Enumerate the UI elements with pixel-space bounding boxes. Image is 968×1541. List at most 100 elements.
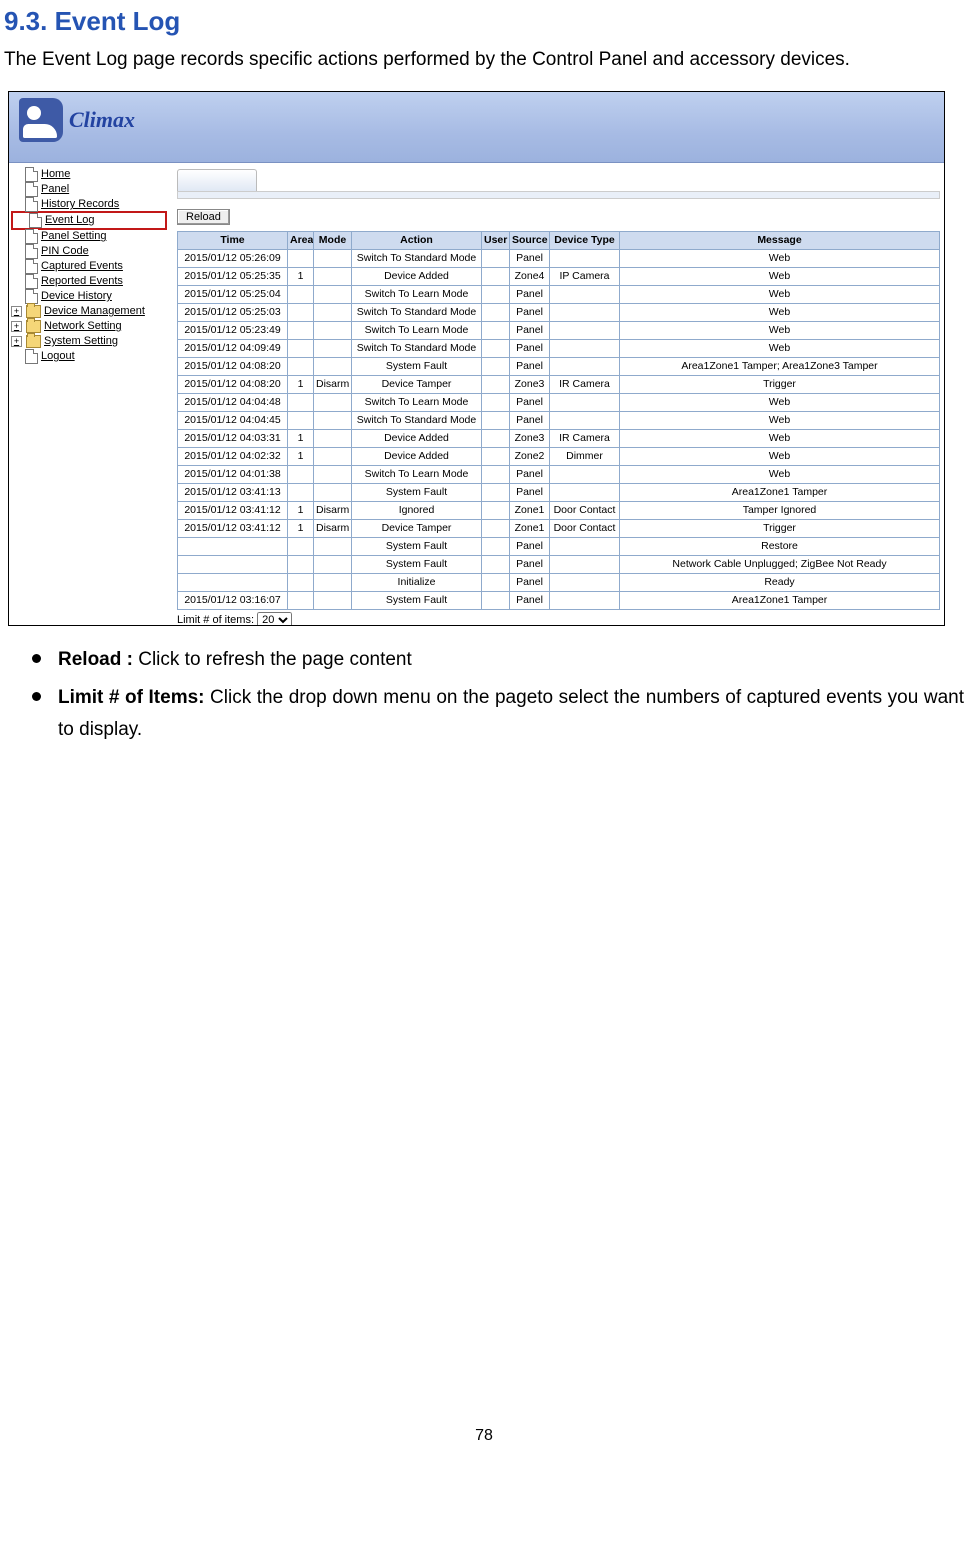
nav-item-label: Captured Events	[41, 260, 123, 272]
nav-item-captured-events[interactable]: Captured Events	[11, 259, 167, 274]
table-row: InitializePanelReady	[178, 573, 940, 591]
table-cell: Zone3	[510, 375, 550, 393]
document-icon	[25, 289, 38, 304]
table-cell	[482, 267, 510, 285]
table-cell: Web	[620, 321, 940, 339]
table-cell: Disarm	[314, 501, 352, 519]
expand-icon[interactable]: +	[11, 336, 22, 347]
table-cell: Zone4	[510, 267, 550, 285]
table-cell	[482, 555, 510, 573]
table-cell	[550, 339, 620, 357]
nav-item-network-setting[interactable]: + Network Setting	[11, 319, 167, 334]
nav-item-system-setting[interactable]: + System Setting	[11, 334, 167, 349]
table-cell: Web	[620, 429, 940, 447]
document-icon	[29, 213, 42, 228]
bullet-term: Limit # of Items:	[58, 687, 205, 708]
table-cell: Panel	[510, 591, 550, 609]
table-cell: Door Contact	[550, 519, 620, 537]
table-cell	[288, 357, 314, 375]
table-header: User	[482, 231, 510, 249]
nav-item-label: Network Setting	[44, 320, 122, 332]
nav-item-history-records[interactable]: History Records	[11, 197, 167, 212]
document-icon	[25, 197, 38, 212]
table-row: 2015/01/12 03:41:121DisarmIgnoredZone1Do…	[178, 501, 940, 519]
table-cell: 2015/01/12 04:02:32	[178, 447, 288, 465]
table-cell	[288, 285, 314, 303]
table-header: Source	[510, 231, 550, 249]
table-cell: Panel	[510, 411, 550, 429]
table-cell: Network Cable Unplugged; ZigBee Not Read…	[620, 555, 940, 573]
document-icon	[25, 182, 38, 197]
table-cell: 2015/01/12 04:08:20	[178, 375, 288, 393]
nav-item-logout[interactable]: Logout	[11, 349, 167, 364]
table-cell	[314, 411, 352, 429]
table-cell: 1	[288, 375, 314, 393]
nav-item-event-log[interactable]: Event Log	[11, 211, 167, 230]
table-cell	[550, 573, 620, 591]
table-cell	[314, 303, 352, 321]
table-cell: Switch To Learn Mode	[352, 285, 482, 303]
table-cell: Restore	[620, 537, 940, 555]
table-cell	[288, 573, 314, 591]
nav-item-device-management[interactable]: +Device Management	[11, 304, 167, 319]
table-row: 2015/01/12 04:08:20 System Fault Panel Area…	[178, 357, 940, 375]
table-cell: Panel	[510, 537, 550, 555]
nav-item-label: System Setting	[44, 335, 118, 347]
content-area: Reload TimeAreaModeActionUserSourceDevic…	[169, 163, 944, 626]
table-cell	[482, 393, 510, 411]
table-cell	[288, 393, 314, 411]
nav-item-device-history[interactable]: Device History	[11, 289, 167, 304]
nav-item-home[interactable]: Home	[11, 167, 167, 182]
nav-item-panel[interactable]: Panel	[11, 182, 167, 197]
nav-item-reported-events[interactable]: Reported Events	[11, 274, 167, 289]
table-cell: Panel	[510, 465, 550, 483]
table-row: 2015/01/12 05:26:09Switch To Standard Mo…	[178, 249, 940, 267]
table-cell	[482, 411, 510, 429]
table-row: 2015/01/12 03:41:13System FaultPanelArea…	[178, 483, 940, 501]
nav-item-label: Reported Events	[41, 275, 123, 287]
table-header: Time	[178, 231, 288, 249]
table-header: Action	[352, 231, 482, 249]
reload-button[interactable]: Reload	[177, 209, 230, 225]
nav-item-label: Home	[41, 168, 70, 180]
table-cell	[314, 393, 352, 411]
table-cell: 2015/01/12 04:08:20	[178, 357, 288, 375]
table-cell: Web	[620, 447, 940, 465]
limit-select[interactable]: 20	[257, 612, 292, 626]
expand-icon[interactable]: +	[11, 321, 22, 332]
table-cell: Panel	[510, 249, 550, 267]
table-cell	[482, 357, 510, 375]
page-number: 78	[4, 1427, 964, 1465]
table-cell: 2015/01/12 03:41:13	[178, 483, 288, 501]
table-cell: 1	[288, 519, 314, 537]
table-cell: 1	[288, 501, 314, 519]
nav-item-pin-code[interactable]: PIN Code	[11, 244, 167, 259]
table-cell	[482, 321, 510, 339]
document-icon	[25, 167, 38, 182]
screenshot-frame: Climax HomePanelHistory RecordsEvent Log…	[8, 91, 945, 626]
table-row: 2015/01/12 04:04:48Switch To Learn ModeP…	[178, 393, 940, 411]
section-heading: 9.3. Event Log	[4, 6, 964, 37]
table-cell: Device Added	[352, 429, 482, 447]
table-cell: Web	[620, 411, 940, 429]
document-icon	[25, 244, 38, 259]
table-cell: Panel	[510, 357, 550, 375]
table-cell	[288, 321, 314, 339]
table-cell	[288, 411, 314, 429]
table-cell: Switch To Learn Mode	[352, 321, 482, 339]
table-cell: Ready	[620, 573, 940, 591]
table-row: 2015/01/12 04:01:38Switch To Learn ModeP…	[178, 465, 940, 483]
content-tab[interactable]	[177, 169, 257, 192]
table-cell: 1	[288, 267, 314, 285]
table-cell	[288, 339, 314, 357]
table-cell	[482, 501, 510, 519]
table-cell	[482, 429, 510, 447]
expand-icon[interactable]: +	[11, 306, 22, 317]
table-cell: System Fault	[352, 555, 482, 573]
table-cell	[314, 267, 352, 285]
table-cell: Area1Zone1 Tamper; Area1Zone3 Tamper	[620, 357, 940, 375]
table-cell: System Fault	[352, 357, 482, 375]
table-cell: Panel	[510, 555, 550, 573]
nav-item-panel-setting[interactable]: Panel Setting	[11, 229, 167, 244]
table-row: 2015/01/12 03:41:121DisarmDevice TamperZ…	[178, 519, 940, 537]
